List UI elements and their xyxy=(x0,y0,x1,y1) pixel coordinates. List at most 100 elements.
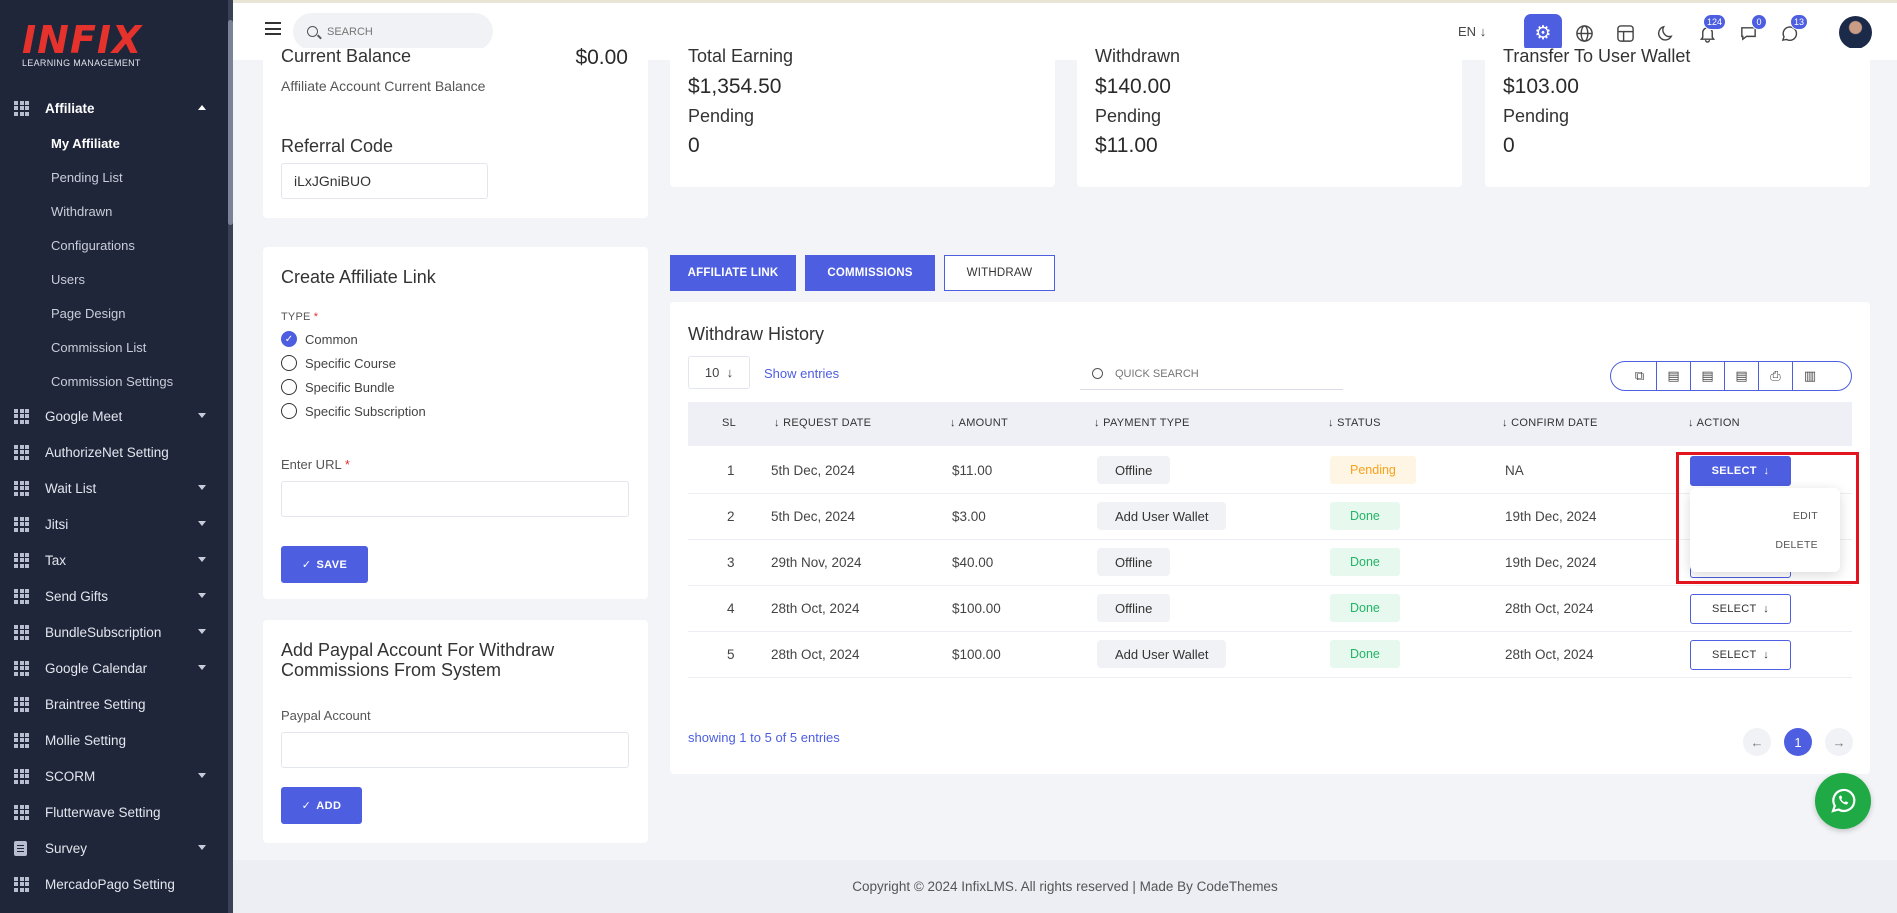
table-header: SL ↓ REQUEST DATE ↓ AMOUNT ↓ PAYMENT TYP… xyxy=(688,402,1852,446)
layout-icon[interactable] xyxy=(1606,14,1644,52)
sidebar-item[interactable]: Wait List xyxy=(0,470,228,506)
radio-label: Specific Bundle xyxy=(305,379,395,395)
language-selector[interactable]: EN ↓ xyxy=(1458,24,1486,39)
cell-confirm-date: NA xyxy=(1505,463,1524,478)
whatsapp-float-button[interactable] xyxy=(1815,773,1871,829)
type-radio-option[interactable]: Specific Subscription xyxy=(281,399,426,423)
sidebar-item-label: MercadoPago Setting xyxy=(45,876,175,892)
search-box[interactable] xyxy=(293,13,493,50)
type-radio-option[interactable]: Specific Course xyxy=(281,351,426,375)
quick-search-input[interactable] xyxy=(1115,367,1315,380)
grid-icon xyxy=(14,696,29,712)
columns-icon[interactable]: ▥ xyxy=(1793,361,1827,391)
col-status[interactable]: ↓ STATUS xyxy=(1328,417,1381,429)
sidebar-item-affiliate[interactable]: Affiliate xyxy=(0,90,228,126)
radio-unchecked-icon[interactable] xyxy=(281,379,297,395)
avatar[interactable] xyxy=(1839,16,1872,49)
stat-amount: $140.00 xyxy=(1095,75,1171,98)
payment-type-pill: Offline xyxy=(1097,594,1171,622)
sidebar-subitem[interactable]: Page Design xyxy=(0,296,228,330)
stat-card: Total Earning $1,354.50 Pending 0 xyxy=(670,48,1055,187)
print-icon[interactable]: ⎙ xyxy=(1759,361,1793,391)
next-page-button[interactable]: → xyxy=(1825,728,1853,756)
copy-icon[interactable]: ⧉ xyxy=(1623,361,1657,391)
sidebar-item[interactable]: Tax xyxy=(0,542,228,578)
sidebar-item[interactable]: Survey xyxy=(0,830,228,866)
tab-affiliate-link[interactable]: AFFILIATE LINK xyxy=(670,255,796,291)
save-button[interactable]: ✓ SAVE xyxy=(281,546,368,583)
sidebar-subitem[interactable]: Withdrawn xyxy=(0,194,228,228)
sidebar-item[interactable]: AuthorizeNet Setting xyxy=(0,434,228,470)
globe-icon[interactable] xyxy=(1565,14,1603,52)
stat-pending-value: $11.00 xyxy=(1095,134,1158,157)
radio-checked-icon[interactable]: ✓ xyxy=(281,331,297,347)
tab-withdraw[interactable]: WITHDRAW xyxy=(944,255,1055,291)
sidebar-item[interactable]: Braintree Setting xyxy=(0,686,228,722)
col-action[interactable]: ↓ ACTION xyxy=(1688,417,1740,429)
logo[interactable]: INFIX LEARNING MANAGEMENT xyxy=(22,20,182,70)
sidebar-item[interactable]: MercadoPago Setting xyxy=(0,866,228,902)
quick-search-box[interactable] xyxy=(1080,358,1343,390)
chat-icon[interactable]: 0 xyxy=(1729,14,1767,52)
col-payment-type[interactable]: ↓ PAYMENT TYPE xyxy=(1094,417,1190,429)
prev-page-button[interactable]: ← xyxy=(1743,728,1771,756)
sidebar-item[interactable]: Skill And Pathway xyxy=(0,902,228,913)
paypal-account-input[interactable] xyxy=(281,732,629,768)
sidebar-item[interactable]: Jitsi xyxy=(0,506,228,542)
moon-icon[interactable] xyxy=(1647,14,1685,52)
referral-code-field[interactable]: iLxJGniBUO xyxy=(281,163,488,199)
sidebar-scrollbar[interactable] xyxy=(228,0,233,913)
search-icon xyxy=(307,26,318,37)
col-request-date[interactable]: ↓ REQUEST DATE xyxy=(774,417,871,429)
sidebar-subitem[interactable]: Pending List xyxy=(0,160,228,194)
sidebar-item[interactable]: SCORM xyxy=(0,758,228,794)
bell-icon[interactable]: 124 xyxy=(1688,14,1726,52)
whatsapp-icon[interactable]: 13 xyxy=(1770,14,1808,52)
select-action-button[interactable]: SELECT ↓ xyxy=(1690,594,1791,624)
sidebar-subitem[interactable]: My Affiliate xyxy=(0,126,228,160)
add-label: ADD xyxy=(316,799,342,812)
sidebar-subitem[interactable]: Users xyxy=(0,262,228,296)
pdf-icon[interactable]: ▤ xyxy=(1725,361,1759,391)
hamburger-icon[interactable] xyxy=(265,22,281,35)
radio-unchecked-icon[interactable] xyxy=(281,403,297,419)
col-label: REQUEST DATE xyxy=(783,417,872,429)
type-radio-option[interactable]: Specific Bundle xyxy=(281,375,426,399)
language-label: EN xyxy=(1458,24,1477,39)
paypal-card: Add Paypal Account For Withdraw Commissi… xyxy=(263,620,648,843)
stat-pending-value: 0 xyxy=(688,134,700,157)
col-sl: SL xyxy=(722,417,737,429)
stat-pending-label: Pending xyxy=(1503,106,1570,126)
cell-sl: 5 xyxy=(727,647,735,662)
page-button-1[interactable]: 1 xyxy=(1784,728,1812,756)
sidebar-item[interactable]: Flutterwave Setting xyxy=(0,794,228,830)
excel-icon[interactable]: ▤ xyxy=(1657,361,1691,391)
stat-amount: $103.00 xyxy=(1503,75,1579,98)
tab-commissions[interactable]: COMMISSIONS xyxy=(805,255,935,291)
sidebar-subitem[interactable]: Commission Settings xyxy=(0,364,228,398)
radio-unchecked-icon[interactable] xyxy=(281,355,297,371)
sidebar-subitem[interactable]: Commission List xyxy=(0,330,228,364)
grid-icon xyxy=(14,624,29,640)
csv-icon[interactable]: ▤ xyxy=(1691,361,1725,391)
sidebar-item[interactable]: Send Gifts xyxy=(0,578,228,614)
sidebar-item[interactable]: BundleSubscription xyxy=(0,614,228,650)
sidebar-item[interactable]: Google Calendar xyxy=(0,650,228,686)
search-icon xyxy=(1092,368,1103,379)
url-input[interactable] xyxy=(281,481,629,517)
message-badge: 0 xyxy=(1751,14,1767,30)
add-button[interactable]: ✓ ADD xyxy=(281,787,362,824)
search-input[interactable] xyxy=(327,25,467,38)
select-action-button[interactable]: SELECT ↓ xyxy=(1690,640,1791,670)
cell-request-date: 5th Dec, 2024 xyxy=(771,463,856,478)
per-page-select[interactable]: 10 ↓ xyxy=(688,356,750,389)
sidebar-item[interactable]: Google Meet xyxy=(0,398,228,434)
stat-title: Total Earning xyxy=(688,48,794,66)
col-amount[interactable]: ↓ AMOUNT xyxy=(950,417,1008,429)
col-confirm-date[interactable]: ↓ CONFIRM DATE xyxy=(1502,417,1598,429)
type-label: TYPE * xyxy=(281,311,318,323)
sidebar-subitem[interactable]: Configurations xyxy=(0,228,228,262)
settings-gear-icon[interactable]: ⚙ xyxy=(1524,14,1562,52)
sidebar-item[interactable]: Mollie Setting xyxy=(0,722,228,758)
type-radio-option[interactable]: ✓ Common xyxy=(281,327,426,351)
